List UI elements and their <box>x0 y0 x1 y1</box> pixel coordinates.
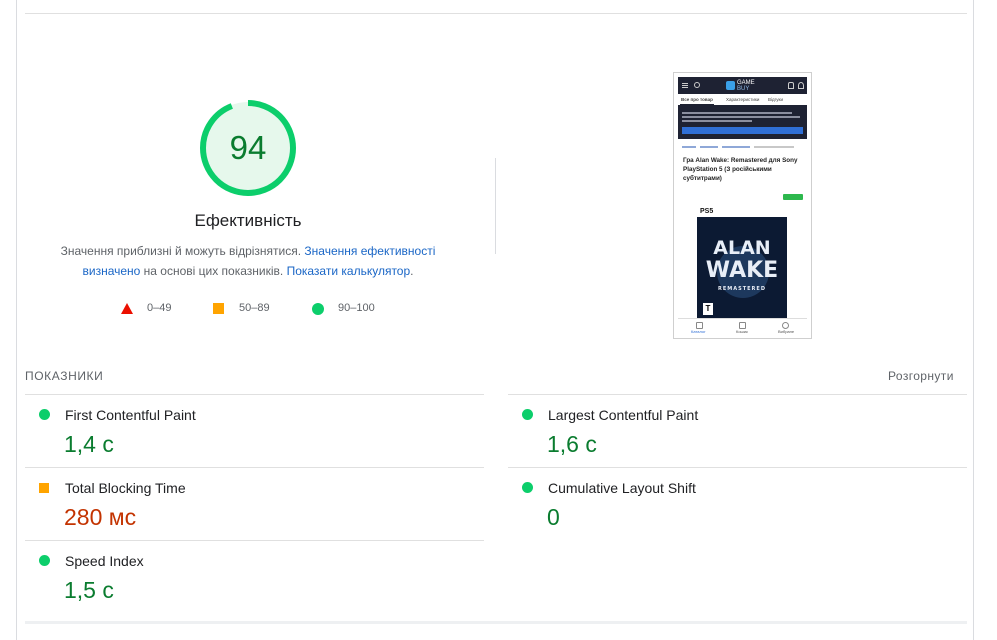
score-description: Значення приблизні й можуть відрізнятися… <box>50 241 446 281</box>
site-tab-specs: Характеристики <box>726 97 760 102</box>
site-header: GAME BUY <box>678 77 807 94</box>
availability-badge <box>783 194 803 200</box>
green-circle-icon <box>312 303 324 315</box>
platform-label: PS5 <box>700 208 714 215</box>
legend-label-poor: 0–49 <box>147 302 172 314</box>
catalog-icon <box>696 322 703 329</box>
desc-text-1: Значення приблизні й можуть відрізнятися… <box>60 244 305 258</box>
nav-catalog: Каталог <box>691 329 706 334</box>
top-divider <box>25 13 967 14</box>
site-product-title: Гра Alan Wake: Remastered для Sony PlayS… <box>683 157 798 182</box>
page-screenshot-thumbnail[interactable]: GAME BUY Все про товар Характеристики Від… <box>673 72 812 339</box>
logo-word-bottom: BUY <box>737 86 750 92</box>
platform-band: PS5 <box>697 206 787 217</box>
report-frame <box>16 0 974 640</box>
cover-subtitle: REMASTERED <box>718 286 766 292</box>
notice-line <box>682 112 792 114</box>
metric-divider <box>25 540 484 541</box>
diamond-icon <box>726 81 735 90</box>
game-cover-image: PS5 ALAN WAKE REMASTERED T <box>697 206 787 318</box>
notice-button <box>682 127 803 134</box>
metric-name-fcp: First Contentful Paint <box>65 407 196 423</box>
site-notice <box>678 105 807 139</box>
red-triangle-icon <box>121 303 133 314</box>
site-tabs: Все про товар Характеристики Відгуки <box>678 94 807 105</box>
expand-toggle[interactable]: Розгорнути <box>888 369 954 383</box>
metric-divider <box>508 394 967 395</box>
gauge-score: 94 <box>229 129 267 166</box>
site-bottom-nav: Каталог Кошик Вибране <box>678 318 807 335</box>
metric-average-icon <box>39 483 49 493</box>
search-icon <box>694 82 700 88</box>
nav-cart: Кошик <box>736 329 748 334</box>
bell-icon <box>788 82 794 89</box>
metric-name-cls: Cumulative Layout Shift <box>548 480 696 496</box>
crumb-segment <box>682 146 696 148</box>
notice-line <box>682 120 752 122</box>
gauge-title: Ефективність <box>194 211 302 230</box>
calculator-link[interactable]: Показати калькулятор <box>287 264 411 278</box>
legend-label-average: 50–89 <box>239 302 270 314</box>
cover-title-2: WAKE <box>705 258 779 283</box>
desc-text-3: . <box>410 264 414 278</box>
metric-value-si: 1,5 с <box>64 577 114 603</box>
metric-name-tbt: Total Blocking Time <box>65 480 186 496</box>
metric-good-icon <box>39 555 50 566</box>
metric-value-fcp: 1,4 с <box>64 431 114 457</box>
crumb-segment <box>754 146 794 148</box>
orange-square-icon <box>213 303 224 314</box>
crumb-segment <box>722 146 750 148</box>
site-tab-all: Все про товар <box>681 97 713 102</box>
metrics-section-label: ПОКАЗНИКИ <box>25 369 104 383</box>
cover-title-1: ALAN <box>713 237 771 259</box>
metric-divider <box>25 394 484 395</box>
nav-favorites: Вибране <box>778 329 795 334</box>
vertical-divider <box>495 158 496 254</box>
site-breadcrumb <box>682 146 804 149</box>
metric-good-icon <box>522 482 533 493</box>
metric-name-lcp: Largest Contentful Paint <box>548 407 699 423</box>
legend-label-good: 90–100 <box>338 302 375 314</box>
metric-name-si: Speed Index <box>65 553 144 569</box>
user-icon <box>798 82 804 89</box>
heart-icon <box>782 322 789 329</box>
metric-value-cls: 0 <box>547 504 560 530</box>
notice-line <box>682 116 800 118</box>
site-logo: GAME BUY <box>726 79 762 92</box>
metric-divider <box>25 467 484 468</box>
desc-text-2: на основі цих показників. <box>140 264 287 278</box>
rating-badge: T <box>703 303 713 315</box>
site-tab-reviews: Відгуки <box>768 97 784 102</box>
crumb-segment <box>700 146 718 148</box>
metric-good-icon <box>522 409 533 420</box>
metric-divider <box>508 467 967 468</box>
metric-value-lcp: 1,6 с <box>547 431 597 457</box>
menu-icon <box>682 83 688 84</box>
metric-value-tbt: 280 мс <box>64 504 137 530</box>
cart-icon <box>739 322 746 329</box>
metric-good-icon <box>39 409 50 420</box>
performance-gauge: 94 <box>198 98 298 198</box>
